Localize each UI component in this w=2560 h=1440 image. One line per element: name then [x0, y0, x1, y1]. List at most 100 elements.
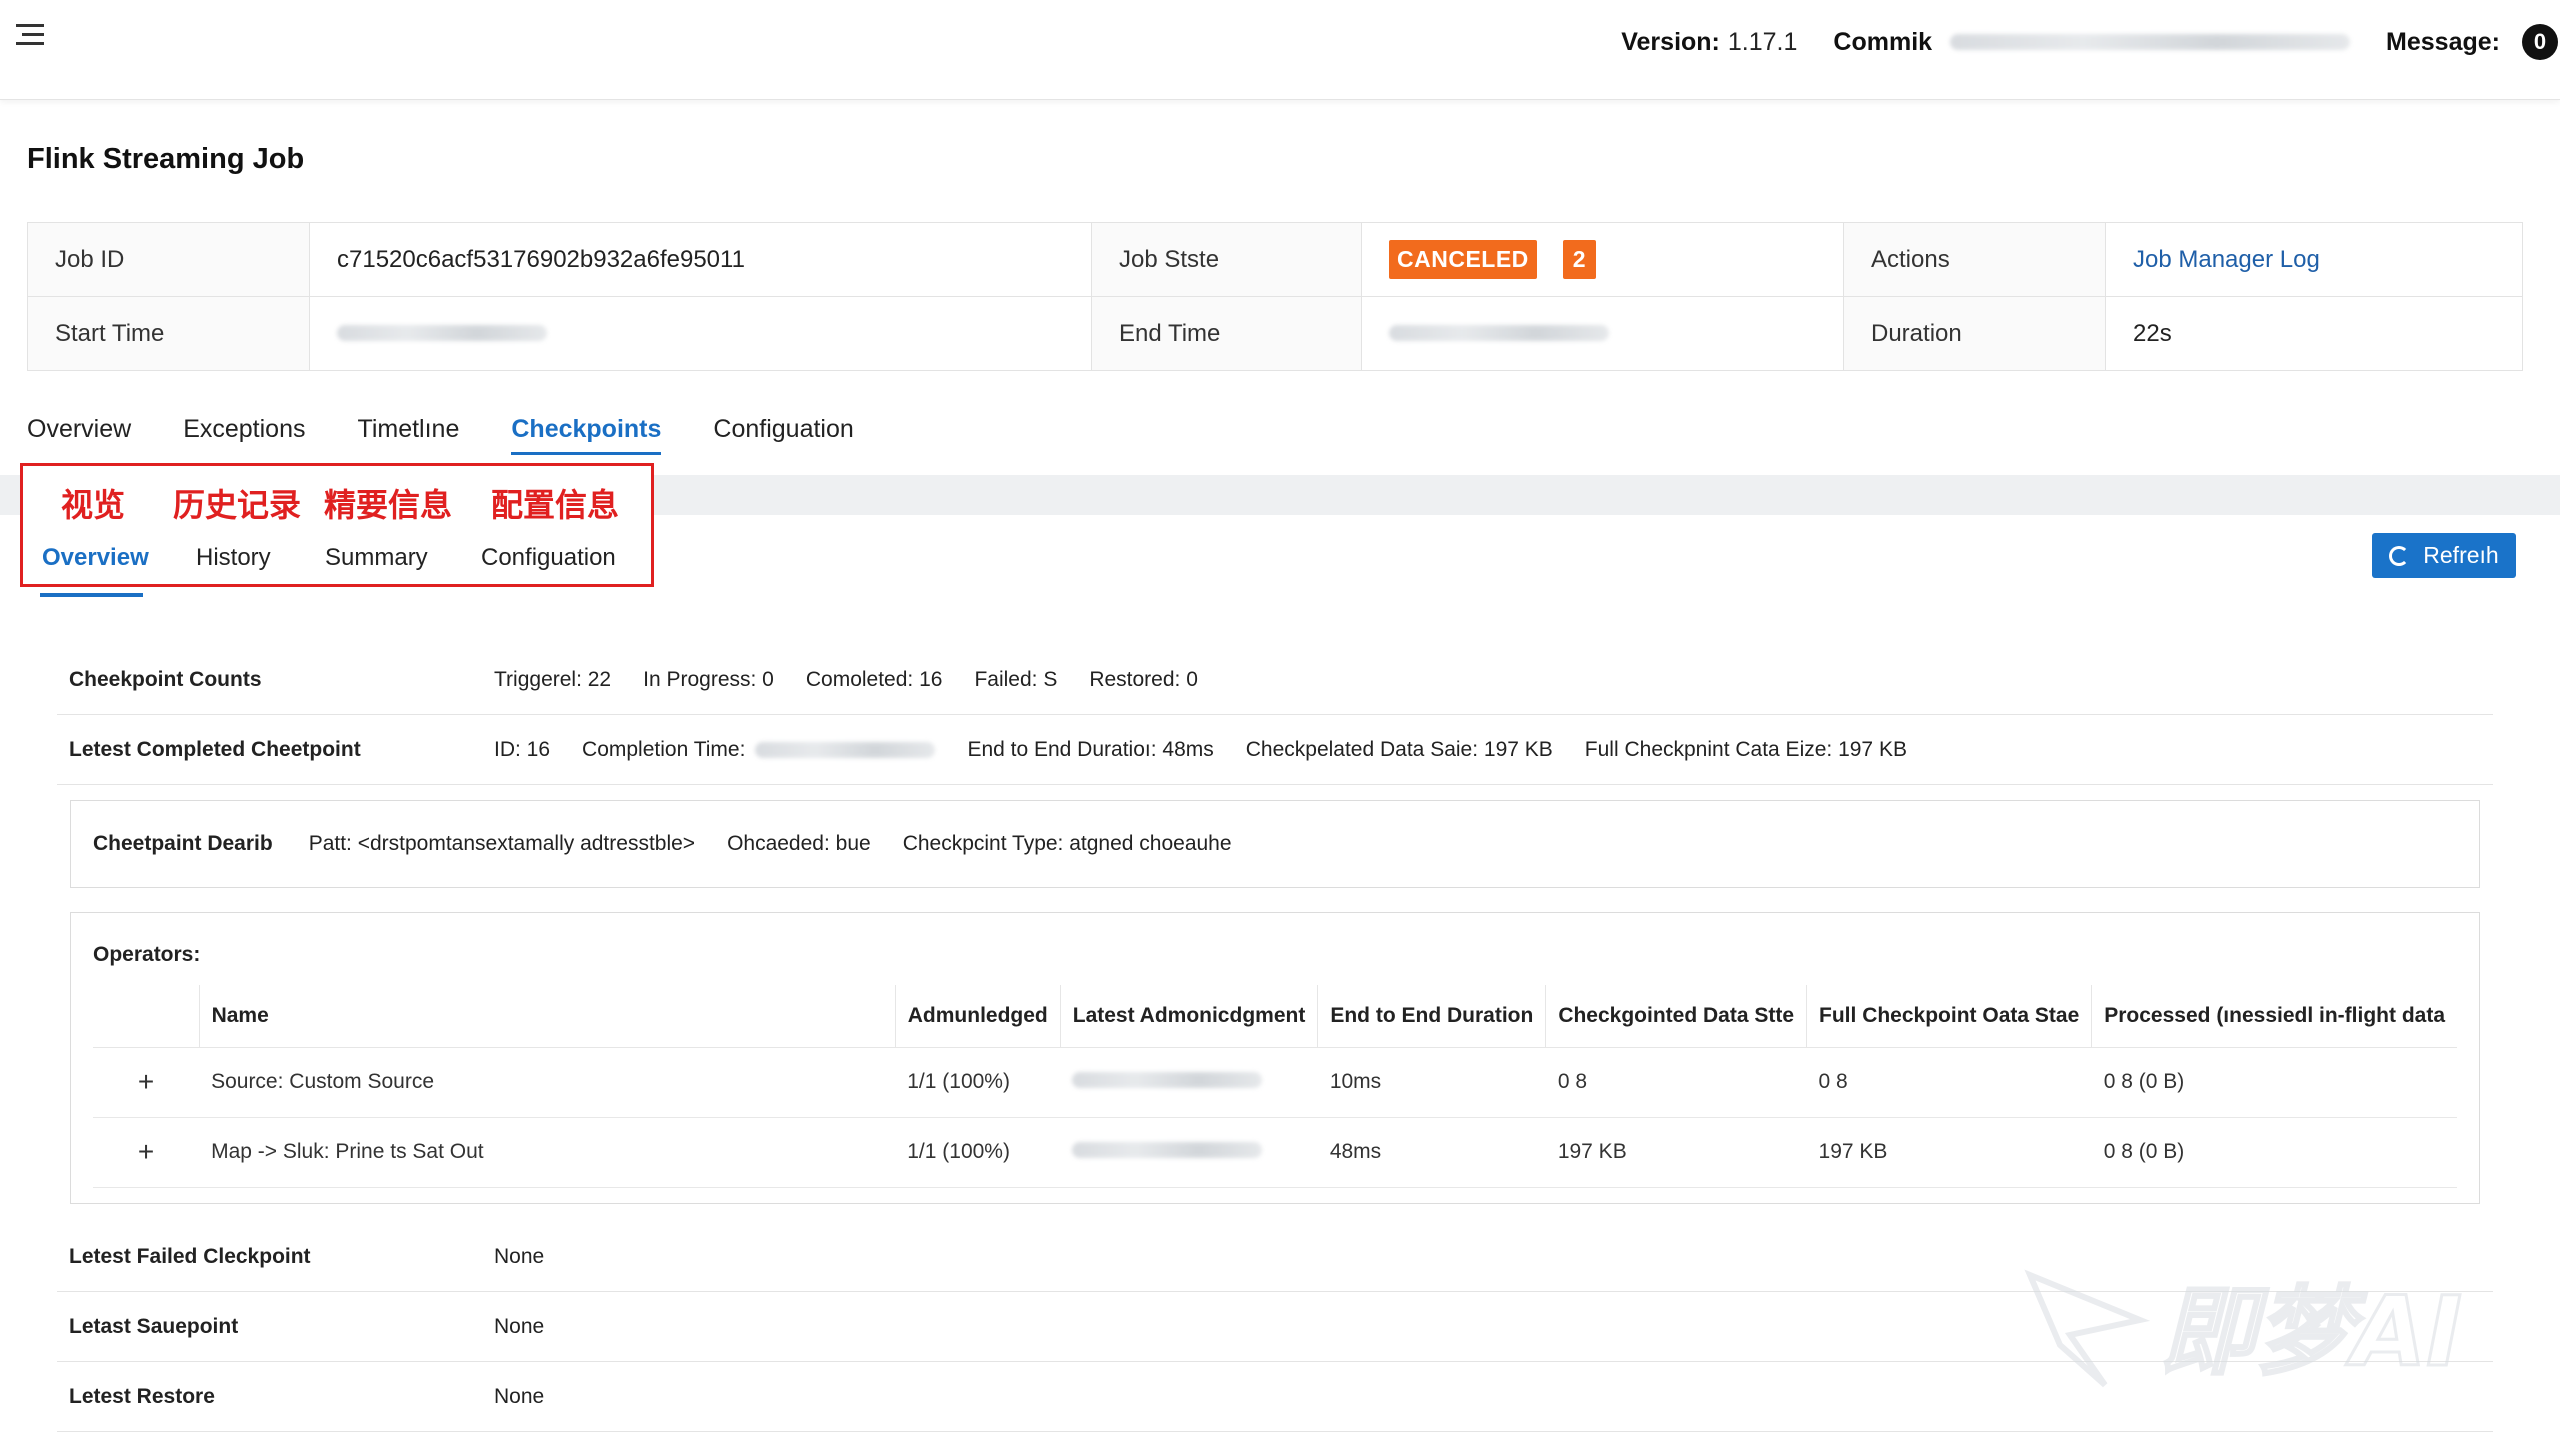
end-time-value: [1361, 296, 1844, 371]
tab-timeline[interactable]: Timetlıne: [357, 415, 459, 455]
start-time-value: [309, 296, 1092, 371]
table-row: + Source: Custom Source 1/1 (100%) 10ms …: [93, 1047, 2457, 1118]
operators-header-row: Name Admunledged Latest Admonicdgment En…: [93, 985, 2457, 1048]
operator-latest-ack: [1060, 1047, 1318, 1118]
table-row: + Map -> Sluk: Prine ts Sat Out 1/1 (100…: [93, 1117, 2457, 1188]
count-in-progress: In Progress: 0: [643, 667, 774, 691]
job-info-table: Job ID c71520c6acf53176902b932a6fe95011 …: [27, 222, 2523, 371]
latest-savepoint-value: None: [494, 1314, 545, 1338]
job-state-label: Job Stste: [1091, 222, 1362, 297]
main-tabs: Overview Exceptions Timetlıne Checkpoint…: [27, 415, 906, 455]
subtab-active-indicator: [40, 593, 143, 597]
latest-failed-value: None: [494, 1244, 545, 1268]
detail-label: Cheetpaint Dearib: [93, 832, 273, 855]
version-label: Version:: [1621, 27, 1720, 56]
latest-full-size: Full Checkpnint Cata Eize: 197 KB: [1584, 737, 1907, 761]
header-info: Version: 1.17.1 Commik Message: 0: [1621, 22, 2560, 62]
top-header: Version: 1.17.1 Commik Message: 0: [0, 0, 2560, 100]
count-restored: Restored: 0: [1089, 667, 1198, 691]
operators-box: Operators: Name Admunledged Latest Admon…: [70, 912, 2480, 1204]
latest-completed-id: ID: 16: [494, 737, 551, 761]
job-state-badge: CANCELED: [1389, 240, 1537, 279]
commit-label: Commik: [1833, 27, 1933, 56]
completion-time-redacted: [755, 741, 936, 758]
operator-name: Source: Custom Source: [199, 1047, 896, 1118]
job-id-value: c71520c6acf53176902b932a6fe95011: [309, 222, 1092, 297]
operators-table: Name Admunledged Latest Admonicdgment En…: [93, 985, 2457, 1188]
annotation-overview-cn: 视览: [61, 487, 126, 523]
latest-ack-redacted: [1072, 1072, 1263, 1088]
tab-configuration[interactable]: Configuation: [713, 415, 853, 455]
col-name: Name: [198, 985, 896, 1048]
job-state-count-badge: 2: [1562, 240, 1596, 279]
checkpoint-detail-box: Cheetpaint Dearib Patt: <drstpomtansexta…: [70, 800, 2480, 888]
counts-label: Cheekpoint Counts: [69, 667, 262, 691]
actions-cell: Job Manager Log: [2105, 222, 2523, 297]
tab-checkpoints[interactable]: Checkpoints: [511, 415, 662, 455]
latest-restore-value: None: [494, 1384, 545, 1408]
detail-discarded: Ohcaeded: bue: [727, 832, 871, 855]
watermark-logo: 即梦AI: [2024, 1269, 2464, 1390]
detail-path: Patt: <drstpomtansextamally adtresstble>: [308, 832, 696, 855]
operator-e2e: 48ms: [1317, 1117, 1546, 1188]
latest-e2e-duration: End to End Duratioı: 48ms: [967, 737, 1214, 761]
latest-restore-label: Letest Restore: [69, 1384, 215, 1408]
job-id-label: Job ID: [27, 222, 310, 297]
completion-time-label: Completion Time:: [582, 737, 746, 761]
refresh-icon: [2389, 545, 2410, 566]
operator-ack: 1/1 (100%): [895, 1117, 1061, 1188]
refresh-button[interactable]: Refreıh: [2372, 533, 2516, 578]
annotation-configuration-cn: 配置信息: [491, 487, 620, 523]
latest-completed-values: ID: 16 Completion Time: End to End Durat…: [494, 738, 1939, 762]
actions-label: Actions: [1843, 222, 2106, 297]
operator-data-size: 0 8: [1545, 1047, 1807, 1118]
annotation-history-cn: 历史记录: [173, 487, 302, 523]
duration-value: 22s: [2105, 296, 2523, 371]
operator-processed: 0 8 (0 B): [2091, 1047, 2457, 1118]
job-manager-log-link[interactable]: Job Manager Log: [2133, 246, 2320, 273]
latest-data-size: Checkpelated Data Saie: 197 KB: [1245, 737, 1553, 761]
start-time-redacted: [337, 324, 547, 341]
operator-e2e: 10ms: [1317, 1047, 1546, 1118]
message-label: Message:: [2386, 27, 2500, 56]
operator-data-size: 197 KB: [1545, 1117, 1807, 1188]
refresh-label: Refreıh: [2423, 542, 2499, 568]
col-acknowledged: Admunledged: [894, 985, 1061, 1048]
expand-icon[interactable]: +: [93, 1117, 200, 1188]
watermark-text: 即梦AI: [2160, 1276, 2462, 1388]
counts-values: Triggerel: 22 In Progress: 0 Comoleted: …: [494, 668, 1230, 692]
count-triggered: Triggerel: 22: [494, 667, 612, 691]
operator-ack: 1/1 (100%): [895, 1047, 1061, 1118]
duration-label: Duration: [1843, 296, 2106, 371]
tab-overview[interactable]: Overview: [27, 415, 131, 455]
col-expand: [93, 985, 200, 1048]
count-completed: Comoleted: 16: [805, 667, 943, 691]
latest-completed-label: Letest Completed Cheetpoint: [69, 737, 361, 761]
menu-icon[interactable]: [16, 24, 44, 50]
col-processed: Processed (ınessiedl in-flight data: [2091, 985, 2457, 1048]
operator-processed: 0 8 (0 B): [2091, 1117, 2457, 1188]
subtab-annotation-box: 视览 历史记录 精要信息 配置信息 Overview History Summa…: [20, 463, 654, 587]
job-state-cell: CANCELED 2: [1361, 222, 1844, 297]
version-value: 1.17.1: [1727, 27, 1798, 56]
page-title: Flink Streaming Job: [27, 143, 305, 175]
end-time-redacted: [1389, 324, 1609, 341]
latest-failed-label: Letest Failed Cleckpoint: [69, 1244, 311, 1268]
end-time-label: End Time: [1091, 296, 1362, 371]
message-count-badge[interactable]: 0: [2522, 24, 2558, 60]
subtab-configuration[interactable]: Configuation: [481, 544, 616, 572]
tab-exceptions[interactable]: Exceptions: [183, 415, 305, 455]
subtab-summary[interactable]: Summary: [325, 544, 428, 572]
count-failed: Failed: S: [974, 667, 1058, 691]
operator-name: Map -> Sluk: Prine ts Sat Out: [199, 1117, 896, 1188]
expand-icon[interactable]: +: [93, 1047, 200, 1118]
latest-completed-row: Letest Completed Cheetpoint ID: 16 Compl…: [57, 715, 2493, 785]
page: { "header": { "version_label": "Version:…: [0, 0, 2560, 1440]
subtab-history[interactable]: History: [196, 544, 271, 572]
operator-latest-ack: [1060, 1117, 1318, 1188]
operators-title: Operators:: [93, 943, 201, 966]
detail-type: Checkpcint Type: atgned choeauhe: [902, 832, 1232, 855]
subtab-overview[interactable]: Overview: [42, 544, 149, 572]
commit-value-redacted: [1950, 34, 2351, 50]
operator-full-size: 197 KB: [1806, 1117, 2092, 1188]
